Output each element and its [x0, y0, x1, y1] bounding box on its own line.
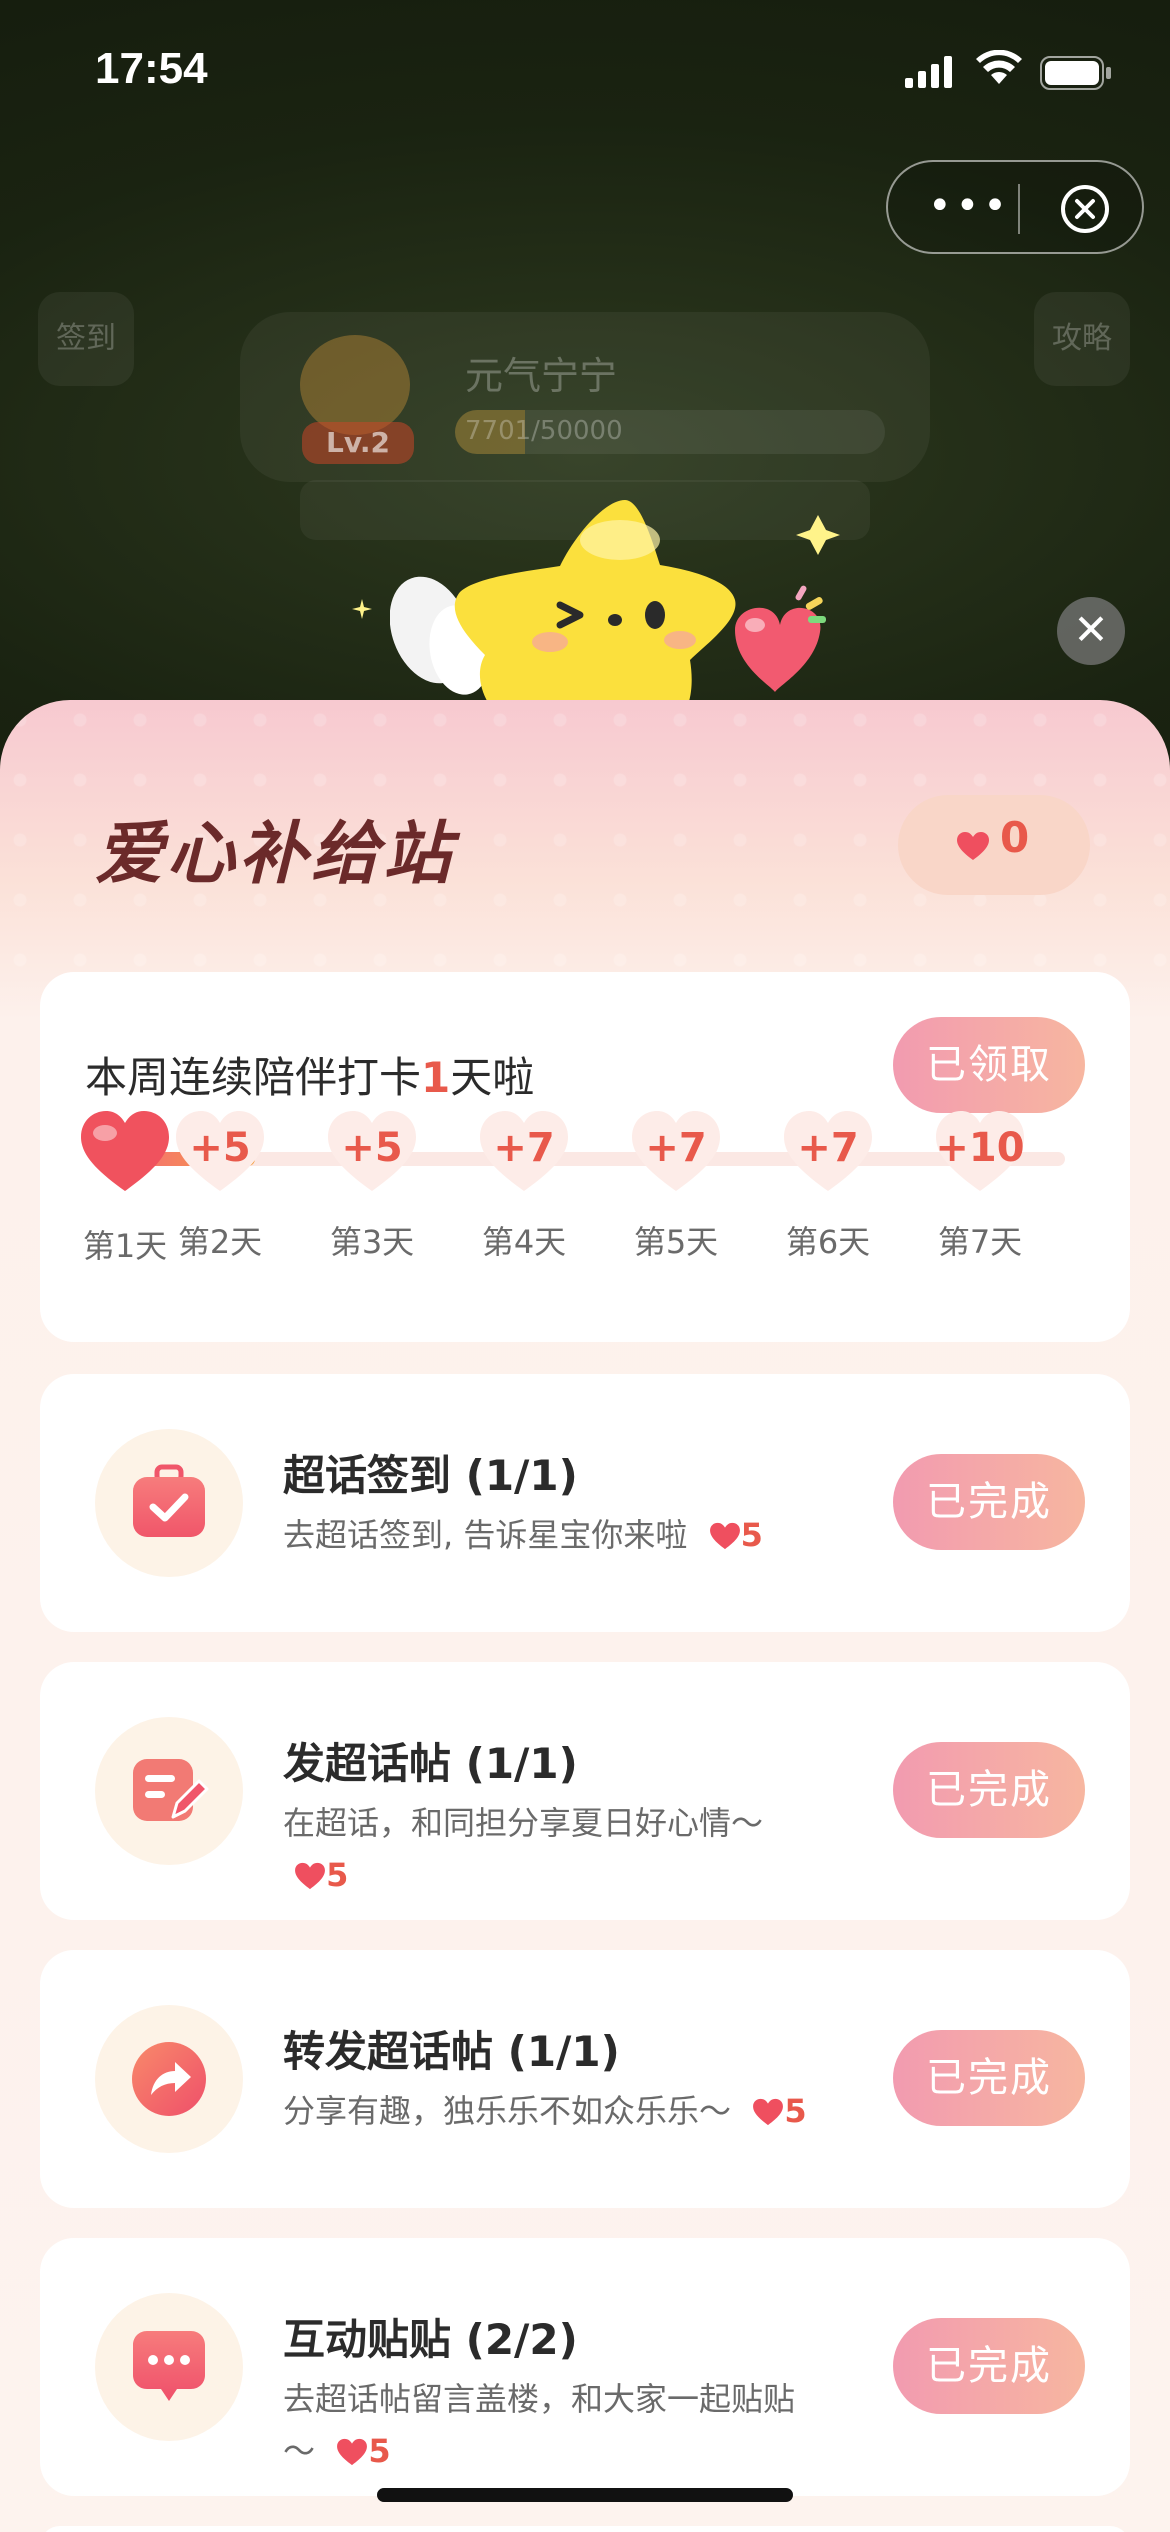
task-desc: 在超话，和同担分享夏日好心情～ 5 [283, 1797, 823, 1901]
task-done-button[interactable]: 已完成 [893, 2318, 1085, 2414]
home-indicator[interactable] [377, 2488, 793, 2502]
task-card-interact: 互动贴贴 (2/2) 去超话帖留言盖楼，和大家一起贴贴～ 5 已完成 [40, 2238, 1130, 2496]
day-bubble: +7 [476, 1107, 572, 1197]
close-icon[interactable]: ✕ [1057, 597, 1125, 665]
miniprogram-capsule: ••• [886, 160, 1144, 254]
task-reward-value: 5 [784, 2092, 807, 2130]
heart-supply-sheet: 爱心补给站 0 本周连续陪伴打卡1天啦 已领取 第1天 +5 第2天 +5 第3… [0, 700, 1170, 2532]
task-reward-value: 5 [740, 1516, 763, 1554]
task-name: 发超话帖 (1/1) [283, 1739, 578, 1788]
task-reward: 5 [741, 2092, 807, 2130]
task-reward-value: 5 [326, 1856, 349, 1894]
task-card-post: 发超话帖 (1/1) 在超话，和同担分享夏日好心情～ 5 已完成 [40, 1662, 1130, 1920]
task-icon-wrap [95, 2293, 243, 2441]
heart-icon [753, 2098, 784, 2126]
day-reward: +10 [935, 1125, 1025, 1171]
task-desc-text: 在超话，和同担分享夏日好心情～ [283, 1804, 764, 1842]
day-label: 第1天 [82, 1227, 168, 1265]
task-reward: 5 [698, 1516, 763, 1554]
claimed-button[interactable]: 已领取 [893, 1017, 1085, 1113]
day-bubble: +7 [780, 1107, 876, 1197]
heart-count: 0 [1000, 813, 1030, 862]
day-label: 第5天 [633, 1223, 719, 1261]
day-item-4: +7 第4天 [469, 1107, 579, 1263]
day-item-1: 第1天 [70, 1107, 180, 1267]
task-name: 转发超话帖 (1/1) [283, 2027, 620, 2076]
status-bar: 17:54 [0, 0, 1170, 140]
bg-guide-tag: 攻略 [1034, 292, 1130, 386]
day-bubble: +5 [172, 1107, 268, 1197]
task-desc: 去超话帖留言盖楼，和大家一起贴贴～ 5 [283, 2373, 823, 2477]
star-mascot-illustration [390, 500, 840, 730]
day-item-3: +5 第3天 [317, 1107, 427, 1263]
task-icon-wrap [95, 1717, 243, 1865]
calendar-check-icon [133, 1464, 205, 1537]
heart-icon [81, 1111, 169, 1191]
task-name: 超话签到 (1/1) [283, 1451, 578, 1500]
heart-icon [709, 1522, 740, 1550]
day-bubble: +7 [628, 1107, 724, 1197]
bg-level-badge: Lv.2 [302, 422, 414, 464]
task-card-checkin: 超话签到 (1/1) 去超话签到, 告诉星宝你来啦 5 已完成 [40, 1374, 1130, 1632]
task-done-button[interactable]: 已完成 [893, 1454, 1085, 1550]
share-arrow-icon [132, 2042, 206, 2116]
streak-card: 本周连续陪伴打卡1天啦 已领取 第1天 +5 第2天 +5 第3天 +7 第4天… [40, 972, 1130, 1342]
day-item-2: +5 第2天 [165, 1107, 275, 1263]
task-reward: 5 [325, 2432, 391, 2470]
task-desc: 分享有趣，独乐乐不如众乐乐～ 5 [283, 2085, 823, 2137]
next-task-card-peek [40, 2526, 1130, 2532]
bg-user-name: 元气宁宁 [465, 354, 618, 398]
day-label: 第7天 [937, 1223, 1023, 1261]
day-reward: +5 [341, 1125, 403, 1171]
day-item-5: +7 第5天 [621, 1107, 731, 1263]
task-done-button[interactable]: 已完成 [893, 2030, 1085, 2126]
streak-title: 本周连续陪伴打卡1天啦 [85, 1044, 534, 1105]
capsule-divider [1018, 184, 1020, 234]
task-desc-text: 分享有趣，独乐乐不如众乐乐～ [283, 2092, 732, 2130]
task-card-repost: 转发超话帖 (1/1) 分享有趣，独乐乐不如众乐乐～ 5 已完成 [40, 1950, 1130, 2208]
task-name: 互动贴贴 (2/2) [283, 2315, 578, 2364]
day-reward: +7 [645, 1125, 707, 1171]
task-reward: 5 [283, 1856, 348, 1894]
exit-icon[interactable] [1058, 182, 1112, 236]
day-item-7: +10 第7天 [925, 1107, 1035, 1263]
task-desc: 去超话签到, 告诉星宝你来啦 5 [283, 1509, 823, 1561]
day-label: 第2天 [177, 1223, 263, 1261]
sheet-title: 爱心补给站 [95, 815, 456, 894]
heart-icon [957, 832, 989, 860]
edit-post-icon [133, 1759, 209, 1821]
bg-progress-text: 7701/50000 [465, 416, 623, 446]
day-label: 第6天 [785, 1223, 871, 1261]
comment-bubble-icon [133, 2331, 205, 2401]
bg-checkin-tag: 签到 [38, 292, 134, 386]
streak-title-suffix: 天啦 [450, 1053, 535, 1102]
day-item-6: +7 第6天 [773, 1107, 883, 1263]
streak-days-count: 1 [421, 1053, 451, 1102]
task-desc-text: 去超话签到, 告诉星宝你来啦 [283, 1516, 688, 1554]
day-reward: +7 [493, 1125, 555, 1171]
streak-title-prefix: 本周连续陪伴打卡 [85, 1053, 422, 1102]
sparkle-icon [352, 599, 372, 619]
heart-icon [337, 2438, 368, 2466]
status-time: 17:54 [95, 44, 208, 93]
battery-icon [1040, 56, 1111, 90]
heart-count-badge: 0 [898, 795, 1090, 895]
day-label: 第3天 [329, 1223, 415, 1261]
task-icon-wrap [95, 1429, 243, 1577]
day-bubble: +5 [324, 1107, 420, 1197]
close-modal-button[interactable]: ✕ [1057, 597, 1125, 665]
day-bubble: +10 [932, 1107, 1028, 1197]
signal-icon [905, 56, 952, 88]
heart-icon [295, 1862, 326, 1890]
day-reward: +5 [189, 1125, 251, 1171]
day-label: 第4天 [481, 1223, 567, 1261]
more-icon[interactable]: ••• [928, 186, 1011, 226]
wifi-icon [976, 50, 1022, 84]
bg-avatar [300, 335, 410, 435]
task-done-button[interactable]: 已完成 [893, 1742, 1085, 1838]
day-reward: +7 [797, 1125, 859, 1171]
task-icon-wrap [95, 2005, 243, 2153]
task-reward-value: 5 [368, 2432, 391, 2470]
